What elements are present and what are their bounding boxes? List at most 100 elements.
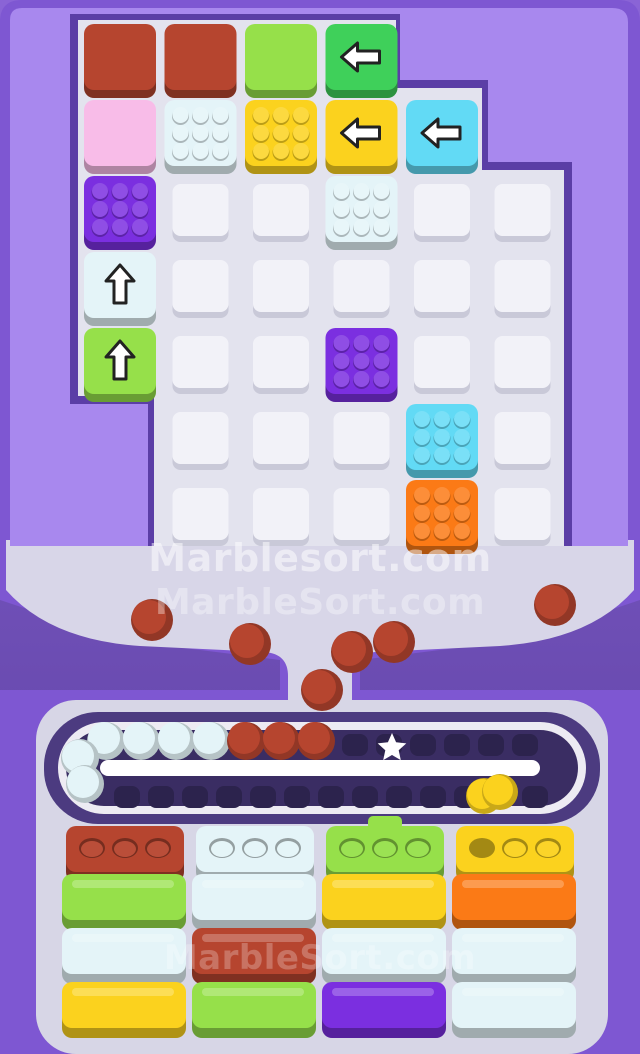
- arrow-tile[interactable]: [325, 24, 398, 98]
- box-marble: [253, 143, 269, 159]
- box-marble: [414, 411, 430, 427]
- empty-lane-slot: [512, 734, 538, 756]
- empty-lane-slot: [250, 786, 276, 808]
- slot-marble: [244, 841, 266, 857]
- box-marble: [112, 219, 128, 235]
- empty-cell: [253, 336, 309, 388]
- slot-tab: [368, 816, 402, 830]
- box-marble: [353, 183, 370, 199]
- box-marble: [373, 353, 390, 369]
- box-marble: [293, 107, 309, 123]
- box-marble: [132, 183, 148, 199]
- arrow-tile[interactable]: [84, 252, 156, 326]
- box-marble: [112, 201, 128, 217]
- box-marble: [92, 183, 108, 199]
- slot-marble: [81, 841, 103, 857]
- empty-cell: [494, 260, 551, 312]
- empty-cell: [172, 412, 229, 464]
- box-marble: [212, 107, 229, 123]
- empty-cell: [414, 184, 470, 236]
- box-marble: [454, 447, 470, 463]
- empty-cell: [253, 260, 309, 312]
- solid-block[interactable]: [164, 24, 237, 98]
- box-marble: [273, 107, 289, 123]
- empty-lane-slot: [522, 786, 548, 808]
- box-marble: [414, 505, 430, 521]
- box-marble: [333, 183, 350, 199]
- box-marble: [454, 487, 470, 503]
- empty-cell: [333, 260, 390, 312]
- empty-cell: [253, 488, 309, 540]
- box-marble: [434, 411, 450, 427]
- box-marble: [293, 125, 309, 141]
- box-marble: [353, 335, 370, 351]
- marble-box[interactable]: [406, 480, 478, 554]
- empty-cell: [414, 260, 470, 312]
- empty-lane-slot: [318, 786, 344, 808]
- queued-block: [322, 928, 446, 984]
- marble-box[interactable]: [325, 328, 398, 402]
- box-marble: [253, 107, 269, 123]
- empty-cell: [494, 336, 551, 388]
- queued-block: [322, 982, 446, 1038]
- empty-lane-slot: [352, 786, 378, 808]
- conveyor-divider: [100, 760, 540, 776]
- queued-block: [452, 928, 576, 984]
- box-marble: [414, 487, 430, 503]
- collector-slot[interactable]: [66, 826, 184, 882]
- marble-box[interactable]: [406, 404, 478, 478]
- box-marble: [434, 505, 450, 521]
- box-marble: [373, 335, 390, 351]
- arrow-tile[interactable]: [406, 100, 478, 174]
- box-marble: [373, 201, 390, 217]
- slot-marble: [341, 841, 363, 857]
- box-marble: [92, 219, 108, 235]
- box-marble: [192, 143, 209, 159]
- box-marble: [454, 505, 470, 521]
- box-marble: [273, 125, 289, 141]
- collector-slot[interactable]: [456, 826, 574, 882]
- marble-box[interactable]: [84, 176, 156, 250]
- solid-block[interactable]: [84, 24, 156, 98]
- empty-cell: [172, 488, 229, 540]
- slot-hole: [469, 838, 495, 858]
- box-marble: [353, 219, 370, 235]
- box-marble: [192, 125, 209, 141]
- empty-cell: [494, 488, 551, 540]
- box-marble: [454, 429, 470, 445]
- arrow-tile[interactable]: [325, 100, 398, 174]
- slot-marble: [114, 841, 136, 857]
- marble-box[interactable]: [325, 176, 398, 250]
- empty-lane-slot: [342, 734, 368, 756]
- empty-cell: [172, 260, 229, 312]
- box-marble: [333, 353, 350, 369]
- box-marble: [212, 125, 229, 141]
- box-marble: [373, 371, 390, 387]
- empty-lane-slot: [386, 786, 412, 808]
- queued-block: [192, 928, 316, 984]
- box-marble: [112, 183, 128, 199]
- collector-slot[interactable]: [196, 826, 314, 882]
- empty-cell: [333, 412, 390, 464]
- arrow-tile[interactable]: [84, 328, 156, 402]
- box-marble: [293, 143, 309, 159]
- slot-marble: [407, 841, 429, 857]
- solid-block[interactable]: [84, 100, 156, 174]
- empty-cell: [414, 336, 470, 388]
- box-marble: [414, 447, 430, 463]
- empty-cell: [172, 184, 229, 236]
- empty-cell: [253, 184, 309, 236]
- queued-block: [322, 874, 446, 930]
- marble-box[interactable]: [245, 100, 317, 174]
- solid-block[interactable]: [245, 24, 317, 98]
- box-marble: [212, 143, 229, 159]
- box-marble: [92, 201, 108, 217]
- box-marble: [373, 183, 390, 199]
- marble-box[interactable]: [164, 100, 237, 174]
- box-marble: [172, 107, 189, 123]
- box-marble: [333, 371, 350, 387]
- empty-cell: [253, 412, 309, 464]
- empty-lane-slot: [284, 786, 310, 808]
- box-marble: [172, 125, 189, 141]
- box-marble: [434, 429, 450, 445]
